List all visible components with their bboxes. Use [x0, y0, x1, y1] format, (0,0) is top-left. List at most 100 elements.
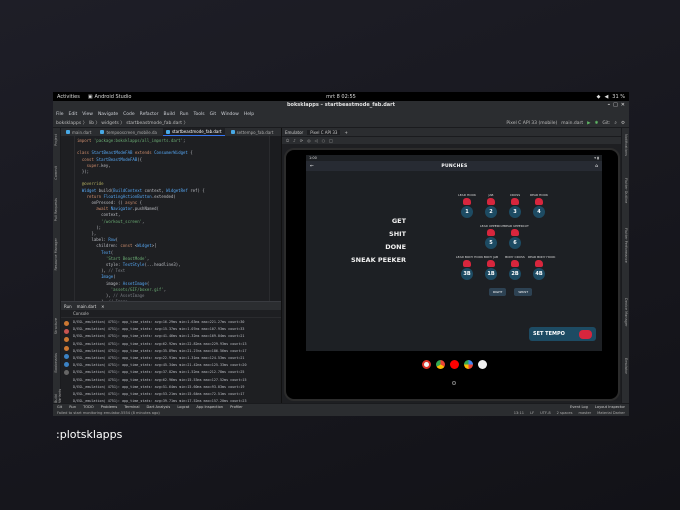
scroll-end-icon[interactable] [63, 370, 69, 376]
youtube-icon[interactable] [449, 360, 459, 369]
menu-build[interactable]: Build [164, 112, 175, 117]
notifications-tool-label[interactable]: Notifications [624, 134, 628, 156]
punch-lead-body-hook[interactable]: LEAD BODY HOOK 3B [456, 255, 483, 280]
tool-git[interactable]: Git [57, 405, 62, 409]
rerun-icon[interactable] [63, 321, 69, 326]
line-separator[interactable]: LF [530, 411, 534, 415]
commit-tool-label[interactable]: Commit [54, 166, 58, 180]
close-icon[interactable]: ✕ [621, 101, 625, 110]
menu-help[interactable]: Help [244, 112, 254, 117]
line-number-gutter[interactable] [61, 136, 75, 301]
menu-navigate[interactable]: Navigate [98, 112, 118, 117]
breadcrumb[interactable]: boksklapps 〉 lib 〉 widgets 〉 startbeastm… [56, 120, 188, 126]
flutter-performance-tool-label[interactable]: Flutter Performance [624, 228, 628, 263]
maximize-icon[interactable]: □ [613, 101, 618, 110]
overview-icon[interactable]: □ [329, 138, 333, 143]
debug-icon[interactable]: ✱ [595, 121, 599, 126]
add-device-icon[interactable]: + [344, 130, 347, 135]
tool-problems[interactable]: Problems [101, 405, 118, 409]
emulator-tool-label[interactable]: Emulator [624, 358, 628, 374]
punch-jab[interactable]: JAB 2 [480, 193, 502, 218]
tool-todo[interactable]: TODO [83, 405, 94, 409]
device-manager-tool-label[interactable]: Device Manager [624, 298, 628, 326]
git-label[interactable]: Git: [602, 121, 610, 126]
cursor-position[interactable]: 13:11 [514, 411, 524, 415]
run-config-selector[interactable]: main.dart [561, 121, 583, 126]
menu-run[interactable]: Run [180, 112, 189, 117]
file-encoding[interactable]: UTF-8 [540, 411, 550, 415]
tab-main-dart[interactable]: main.dart [63, 128, 94, 136]
tool-profiler[interactable]: Profiler [230, 405, 243, 409]
punch-cross[interactable]: CROSS 3 [504, 193, 526, 218]
project-tool-label[interactable]: Project [54, 134, 58, 146]
minimize-icon[interactable]: – [608, 101, 611, 110]
punch-rear-uppercut[interactable]: REAR UPPERCUT 6 [504, 224, 529, 249]
menu-edit[interactable]: Edit [69, 112, 78, 117]
punch-body-cross[interactable]: BODY CROSS 2B [504, 255, 526, 280]
home-button-icon[interactable] [452, 381, 456, 385]
clock[interactable]: mrt 8 02:55 [326, 94, 356, 100]
close-run-icon[interactable]: ✕ [101, 304, 104, 309]
tool-run[interactable]: Run [69, 405, 76, 409]
tab-startbeastmode[interactable]: startbeastmode_fab.dart [162, 128, 225, 136]
menu-git[interactable]: Git [210, 112, 217, 117]
structure-tool-label[interactable]: Structure [54, 318, 58, 334]
run-tab[interactable]: Run [64, 304, 72, 309]
emulator-tab-label[interactable]: Emulator [285, 130, 303, 135]
device-selector[interactable]: Pixel C API 33 (mobile) [506, 121, 557, 126]
back-icon[interactable]: ◁ [315, 138, 318, 143]
menu-view[interactable]: View [82, 112, 93, 117]
menu-refactor[interactable]: Refactor [140, 112, 159, 117]
tab-settempo[interactable]: settempo_fab.dart [228, 128, 277, 136]
stop-icon[interactable] [63, 329, 69, 335]
pull-requests-tool-label[interactable]: Pull Requests [54, 198, 58, 221]
small-button-2[interactable]: WRIST [514, 288, 533, 296]
devtools-icon[interactable] [63, 353, 69, 359]
tool-event-log[interactable]: Event Log [570, 405, 588, 409]
chrome-icon[interactable] [435, 360, 445, 369]
play-store-icon[interactable] [477, 360, 487, 369]
home-outline-icon[interactable]: ⌂ [595, 164, 598, 169]
tool-dart-analysis[interactable]: Dart Analysis [147, 405, 171, 409]
console-tab[interactable]: Console [73, 311, 89, 316]
punch-rear-body-hook[interactable]: REAR BODY HOOK 4B [528, 255, 555, 280]
punch-lead-hook[interactable]: LEAD HOOK 1 [456, 193, 478, 218]
tool-terminal[interactable]: Terminal [124, 405, 139, 409]
power-icon[interactable]: ⏻ [286, 138, 289, 143]
device-tab[interactable]: Pixel C API 33 [307, 129, 341, 135]
punch-lead-uppercut[interactable]: LEAD UPPERCUT 5 [480, 224, 505, 249]
volume-up-icon[interactable]: ♪ [293, 138, 296, 143]
tool-logcat[interactable]: Logcat [177, 405, 189, 409]
console-log[interactable]: D/EGL_emulation( 4751): app_time_stats: … [73, 319, 279, 413]
flutter-outline-tool-label[interactable]: Flutter Outline [624, 178, 628, 203]
search-icon[interactable]: ⌕ [614, 120, 617, 126]
tab-tempooscreen[interactable]: tempooscreen_mobile.da [97, 128, 159, 136]
gmail-icon[interactable] [421, 360, 431, 369]
hot-restart-icon[interactable] [63, 345, 69, 351]
theme-name[interactable]: Material Darker [597, 411, 625, 415]
inspector-icon[interactable] [63, 361, 69, 367]
app-menu[interactable]: ▣ Android Studio [88, 94, 132, 100]
bookmarks-tool-label[interactable]: Bookmarks [54, 353, 58, 373]
menu-code[interactable]: Code [123, 112, 135, 117]
small-button-1[interactable]: RIGHT [489, 288, 507, 296]
home-icon[interactable]: ○ [322, 138, 326, 143]
back-arrow-icon[interactable]: ← [310, 164, 314, 169]
indent-setting[interactable]: 2 spaces [557, 411, 573, 415]
status-message[interactable]: Failed to start monitoring emulator-5554… [57, 411, 160, 415]
menu-file[interactable]: File [56, 112, 64, 117]
git-branch[interactable]: master [578, 411, 591, 415]
code-minimap[interactable] [269, 136, 281, 301]
photos-icon[interactable] [463, 360, 473, 369]
punch-rear-hook[interactable]: REAR HOOK 4 [528, 193, 550, 218]
code-text[interactable]: import 'package:boksklapps/all_imports.d… [77, 136, 269, 310]
menu-window[interactable]: Window [221, 112, 239, 117]
run-config-tab[interactable]: main.dart [77, 304, 96, 309]
tool-app-inspection[interactable]: App Inspection [196, 405, 223, 409]
tool-layout-inspector[interactable]: Layout Inspector [595, 405, 625, 409]
app-screen[interactable]: 1:00 ▾ ▮ ← PUNCHES ⌂ GET SHIT DONE SNEAK… [306, 155, 602, 351]
set-tempo-button[interactable]: SET TEMPO [529, 327, 596, 341]
activities-button[interactable]: Activities [57, 94, 80, 100]
system-tray[interactable]: ◆ ◀ 31 % [597, 94, 625, 100]
settings-icon[interactable]: ⚙ [621, 121, 625, 126]
